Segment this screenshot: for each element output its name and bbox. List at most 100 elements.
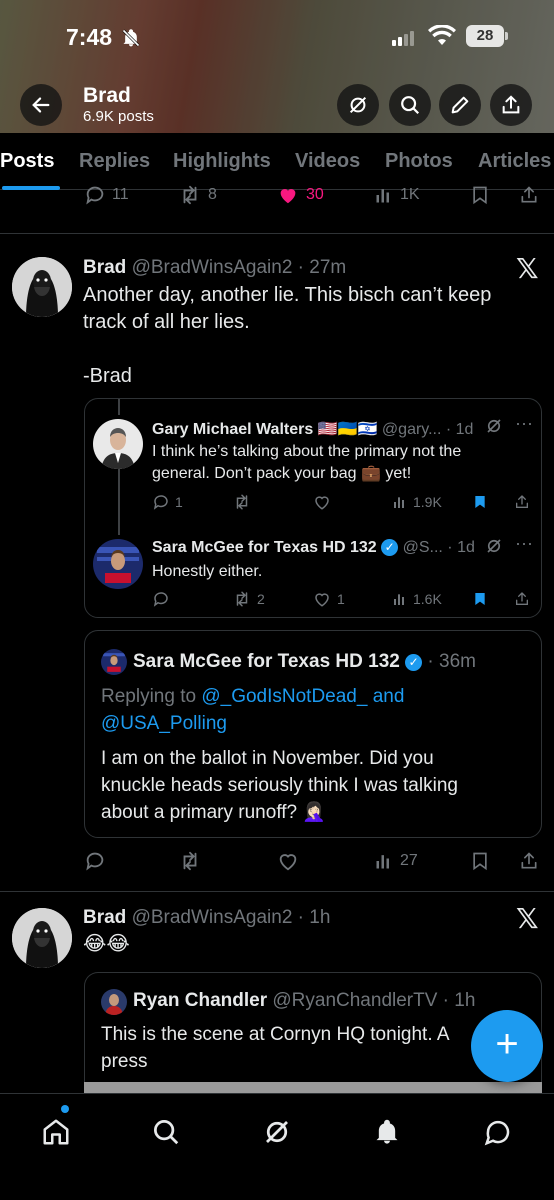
- profile-tabs: Posts Replies Highlights Videos Photos A…: [0, 133, 554, 190]
- profile-header-banner: 7:48 28 Brad 6.9K posts: [0, 0, 554, 133]
- bookmark-button[interactable]: [470, 184, 490, 206]
- reply-icon: [153, 495, 168, 510]
- bookmark-button[interactable]: [472, 590, 488, 608]
- share-post-button[interactable]: [519, 184, 539, 206]
- tab-posts[interactable]: Posts: [0, 150, 54, 173]
- nav-grok[interactable]: [257, 1112, 297, 1152]
- reply-button[interactable]: 11: [84, 184, 129, 206]
- tab-highlights[interactable]: Highlights: [173, 150, 271, 173]
- more-icon[interactable]: ···: [515, 413, 533, 434]
- like-count: 30: [306, 186, 324, 203]
- profile-post-count: 6.9K posts: [83, 108, 154, 125]
- views-button[interactable]: 27: [374, 850, 418, 872]
- views-count: 1K: [400, 186, 420, 203]
- post-text: 😂😂: [83, 933, 130, 955]
- bell-off-icon: [121, 28, 141, 53]
- reply-button[interactable]: [152, 590, 170, 608]
- share-icon: [502, 95, 520, 114]
- quoted-thread-card[interactable]: Gary Michael Walters 🇺🇸🇺🇦🇮🇱 @gary... · 1…: [84, 398, 542, 618]
- reply-author-name: Gary Michael Walters 🇺🇸🇺🇦🇮🇱: [152, 421, 378, 438]
- compose-button[interactable]: +: [471, 1010, 543, 1082]
- nav-home[interactable]: [36, 1112, 76, 1152]
- repost-icon: [236, 494, 248, 510]
- author-name[interactable]: Brad: [83, 257, 126, 278]
- share-post-button[interactable]: [514, 590, 530, 608]
- like-button[interactable]: [312, 493, 332, 511]
- reply-icon: [153, 592, 168, 607]
- tab-photos[interactable]: Photos: [385, 150, 453, 173]
- tab-videos[interactable]: Videos: [295, 150, 360, 173]
- bookmark-icon: [473, 852, 487, 871]
- views-button[interactable]: 1.9K: [392, 493, 442, 511]
- avatar[interactable]: [93, 539, 143, 589]
- bookmark-button[interactable]: [470, 850, 490, 872]
- repost-button[interactable]: [232, 493, 252, 511]
- grok-button[interactable]: [337, 84, 379, 126]
- verified-badge-icon: ✓: [405, 654, 423, 671]
- share-post-button[interactable]: [519, 850, 539, 872]
- replying-to: Replying to @_GodIsNotDead_ and @USA_Pol…: [101, 683, 404, 737]
- share-icon: [516, 592, 528, 605]
- repost-button[interactable]: 8: [178, 184, 217, 206]
- quote-author-line: Ryan Chandler @RyanChandlerTV · 1h: [133, 990, 475, 1012]
- thread-line: [118, 469, 120, 535]
- views-button[interactable]: 1K: [374, 184, 420, 206]
- bookmark-icon: [473, 186, 487, 205]
- post-actions: 27: [0, 850, 554, 878]
- grok-icon: [349, 96, 367, 114]
- x-logo-icon: 𝕏: [516, 903, 539, 934]
- author-handle-time: @BradWinsAgain2 · 27m: [131, 257, 347, 278]
- like-button[interactable]: [276, 850, 300, 872]
- search-button[interactable]: [389, 84, 431, 126]
- views-count: 27: [400, 852, 418, 869]
- nav-search[interactable]: [146, 1112, 186, 1152]
- avatar[interactable]: [12, 257, 72, 317]
- quote-text-line: knuckle heads seriously think I was talk…: [101, 775, 458, 796]
- quoted-tweet-card[interactable]: Sara McGee for Texas HD 132 ✓ · 36m Repl…: [84, 630, 542, 838]
- tab-articles[interactable]: Articles: [478, 150, 551, 173]
- share-icon: [521, 186, 537, 203]
- search-icon: [154, 1120, 179, 1145]
- heart-icon: [279, 854, 297, 871]
- repost-icon: [236, 591, 248, 607]
- quote-author-name: Sara McGee for Texas HD 132: [133, 651, 400, 672]
- share-post-button[interactable]: [514, 493, 530, 511]
- nav-messages[interactable]: [478, 1112, 518, 1152]
- reply-button[interactable]: 1: [152, 493, 183, 511]
- heart-filled-icon: [280, 189, 296, 204]
- nav-notifications[interactable]: [367, 1112, 407, 1152]
- views-button[interactable]: 1.6K: [392, 590, 442, 608]
- more-icon[interactable]: ···: [515, 533, 533, 554]
- like-button[interactable]: 1: [312, 590, 345, 608]
- status-time: 7:48: [66, 24, 113, 50]
- edit-button[interactable]: [439, 84, 481, 126]
- profile-name: Brad: [83, 84, 131, 107]
- replying-to-link[interactable]: @USA_Polling: [101, 713, 227, 734]
- avatar[interactable]: [93, 419, 143, 469]
- post-author-line: Brad @BradWinsAgain2 · 27m: [83, 257, 346, 279]
- repost-button[interactable]: [178, 850, 202, 872]
- reply-button[interactable]: [84, 850, 106, 872]
- share-icon: [521, 852, 537, 869]
- search-icon: [401, 96, 420, 115]
- bell-icon: [376, 1119, 398, 1144]
- quote-time: · 36m: [427, 651, 476, 672]
- avatar[interactable]: [12, 908, 72, 968]
- replying-to-prefix: Replying to: [101, 686, 197, 707]
- author-name[interactable]: Brad: [83, 907, 126, 928]
- reply-text: I think he’s talking about the primary n…: [152, 441, 532, 485]
- bookmark-filled-icon: [475, 593, 485, 605]
- like-button[interactable]: 30: [276, 184, 324, 206]
- bookmark-button[interactable]: [472, 493, 488, 511]
- share-button[interactable]: [490, 84, 532, 126]
- views-icon: [394, 497, 404, 508]
- reply-count: 1: [175, 494, 183, 510]
- quote-author-line: Sara McGee for Texas HD 132 ✓ · 36m: [133, 651, 476, 673]
- repost-count: 8: [208, 186, 217, 203]
- views-icon: [376, 189, 389, 203]
- message-icon: [484, 1120, 510, 1146]
- repost-button[interactable]: 2: [232, 590, 265, 608]
- back-button[interactable]: [20, 84, 62, 126]
- replying-to-link[interactable]: @_GodIsNotDead_ and: [201, 686, 404, 707]
- tab-replies[interactable]: Replies: [79, 150, 150, 173]
